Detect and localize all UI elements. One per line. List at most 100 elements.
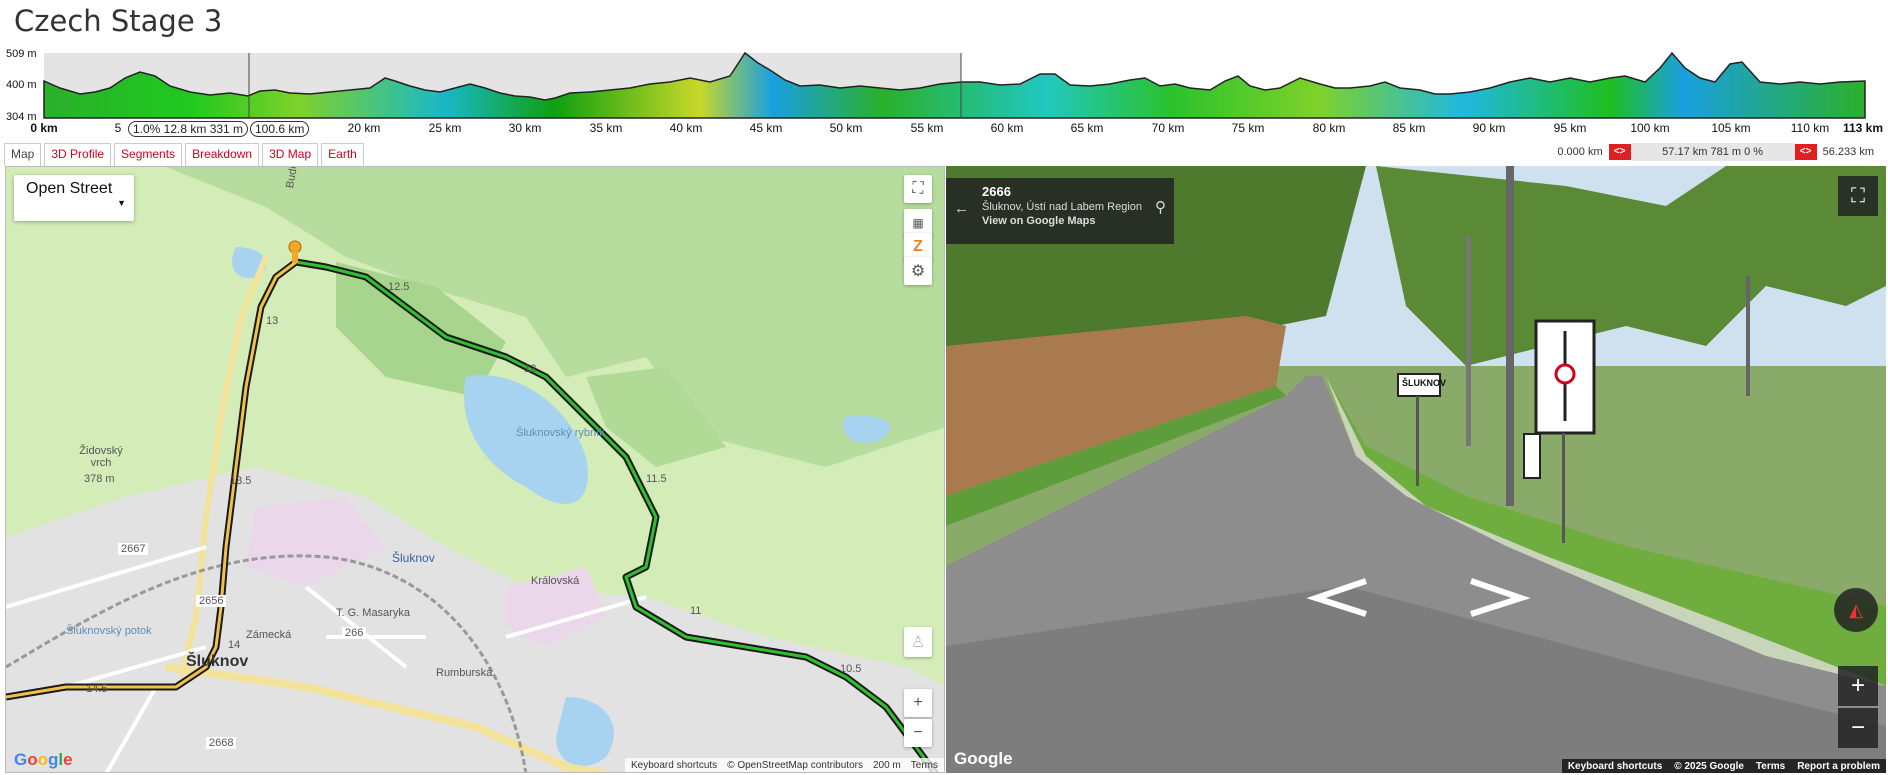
map-canvas[interactable] [6,167,945,773]
keyboard-shortcuts-link[interactable]: Keyboard shortcuts [1568,761,1662,772]
street-view-info-panel: ← 2666 Šluknov, Ústí nad Labem Region Vi… [946,178,1174,244]
route-km-marker: 14 [228,639,241,651]
road-number: 2668 [206,737,237,749]
route-km-marker: 14.5 [86,683,108,695]
map-label-hill: Židovský vrch [79,445,123,469]
elevation-chart[interactable] [0,48,1888,120]
route-km-marker: 12.5 [388,281,410,293]
map-label-street: T. G. Masaryka [336,607,410,619]
minus-icon: − [913,724,923,741]
route-km-marker: 11.5 [646,473,667,485]
range-end-arrows[interactable]: <> [1794,144,1817,160]
fullscreen-icon: ⛶ [912,180,924,197]
range-summary: 57.17 km 781 m 0 % [1630,143,1795,161]
scale-bar: 200 m [872,759,901,771]
route-map[interactable]: Open Street ▼ ⛶ ▦ Z ⚙ ♙ + − Židovský vrc… [5,166,945,773]
range-selector: 0.000 km <> 57.17 km 781 m 0 % <> 56.233… [1551,143,1880,161]
minus-icon: − [1850,714,1865,741]
map-label-town: Šluknov [392,551,435,565]
selection-info-badge: 1.0% 12.8 km 331 m [128,121,249,137]
map-type-label: Open Street [26,180,113,197]
x-axis-label: 85 km [1392,121,1426,135]
sv-fullscreen-button[interactable]: ⛶ [1838,176,1878,216]
x-axis-label: 70 km [1151,121,1185,135]
x-axis-label: 40 km [669,121,703,135]
location-pin-icon[interactable]: ⚲ [1155,198,1166,216]
zoom-in-button[interactable]: + [904,689,932,717]
google-logo: Google [954,749,1013,768]
back-arrow-icon[interactable]: ← [954,200,969,217]
plus-icon: + [913,694,923,711]
fullscreen-button[interactable]: ⛶ [904,175,932,203]
route-km-marker: 13 [266,315,279,327]
range-start: 0.000 km [1557,146,1603,158]
attribution-text: © OpenStreetMap contributors [727,759,863,771]
y-axis-label-mid: 400 m [6,79,37,91]
map-type-select[interactable]: Open Street ▼ [14,175,134,221]
pegman-button[interactable]: ♙ [904,627,932,657]
x-axis-label: 65 km [1070,121,1104,135]
x-axis-label: 50 km [829,121,863,135]
x-axis-label: 95 km [1553,121,1587,135]
report-problem-link[interactable]: Report a problem [1797,761,1880,772]
view-tabs: Map 3D Profile Segments Breakdown 3D Map… [4,143,364,166]
grid-icon: ▦ [912,216,924,230]
street-view-footer: Keyboard shortcuts © 2025 Google Terms R… [1561,759,1886,773]
tab-breakdown[interactable]: Breakdown [185,143,260,166]
tab-map[interactable]: Map [4,143,42,166]
tab-3d-profile[interactable]: 3D Profile [44,143,112,166]
route-km-marker: 10.5 [840,663,862,675]
zoom-out-button[interactable]: − [904,719,932,747]
x-axis-label: 60 km [990,121,1024,135]
cursor-distance-badge: 100.6 km [250,121,310,137]
x-axis-label: 5 [114,121,122,135]
map-label-elevation: 378 m [84,473,115,485]
range-end: 56.233 km [1822,146,1874,158]
chevron-down-icon: ▼ [117,198,126,208]
route-km-marker: 12 [524,363,537,375]
google-logo: Google [14,750,73,769]
x-axis-label: 75 km [1231,121,1265,135]
terms-link[interactable]: Terms [1756,761,1785,772]
x-axis-label: 90 km [1472,121,1506,135]
map-label-street: Rumburská [436,667,493,679]
town-sign: ŠLUKNOV [1402,378,1447,388]
sv-zoom-out-button[interactable]: − [1838,708,1878,748]
x-axis-label: 35 km [589,121,623,135]
map-footer: Keyboard shortcuts © OpenStreetMap contr… [625,758,944,772]
x-axis-label: 25 km [428,121,462,135]
pegman-icon: ♙ [910,634,926,651]
keyboard-shortcuts-link[interactable]: Keyboard shortcuts [631,760,717,771]
x-axis-label: 0 km [30,121,58,135]
x-axis-label: 55 km [910,121,944,135]
street-view[interactable]: ŠLUKNOV ← 2666 Šluknov, Ústí nad Labem R… [946,166,1886,773]
z-logo-icon: Z [913,238,923,255]
fullscreen-icon: ⛶ [1851,184,1865,207]
x-axis-label: 105 km [1711,121,1751,135]
road-number: 2666 [982,184,1011,199]
compass-button[interactable]: ◭ [1834,588,1878,632]
sv-zoom-in-button[interactable]: + [1838,666,1878,706]
x-axis-label: 45 km [749,121,783,135]
location-address: Šluknov, Ústí nad Labem Region [982,201,1142,213]
map-label-street: Zámecká [246,629,292,641]
route-km-marker: 11 [690,605,702,617]
x-axis-label: 113 km [1842,121,1884,135]
street-view-image[interactable] [946,166,1886,773]
x-axis-label: 20 km [347,121,381,135]
tab-3d-map[interactable]: 3D Map [262,143,319,166]
y-axis-label-max: 509 m [6,48,37,60]
road-number: 2667 [118,543,149,555]
compass-icon: ◭ [1849,599,1863,620]
range-start-arrows[interactable]: <> [1608,144,1631,160]
x-axis-label: 100 km [1630,121,1670,135]
tab-earth[interactable]: Earth [321,143,364,166]
road-number: 2656 [196,595,227,607]
settings-button[interactable]: ⚙ [904,257,932,285]
tab-segments[interactable]: Segments [114,143,183,166]
x-axis-label: 30 km [508,121,542,135]
gear-icon: ⚙ [910,263,926,280]
road-number: 266 [342,627,367,639]
terms-link[interactable]: Terms [911,760,938,771]
view-on-google-maps-link[interactable]: View on Google Maps [982,215,1166,227]
